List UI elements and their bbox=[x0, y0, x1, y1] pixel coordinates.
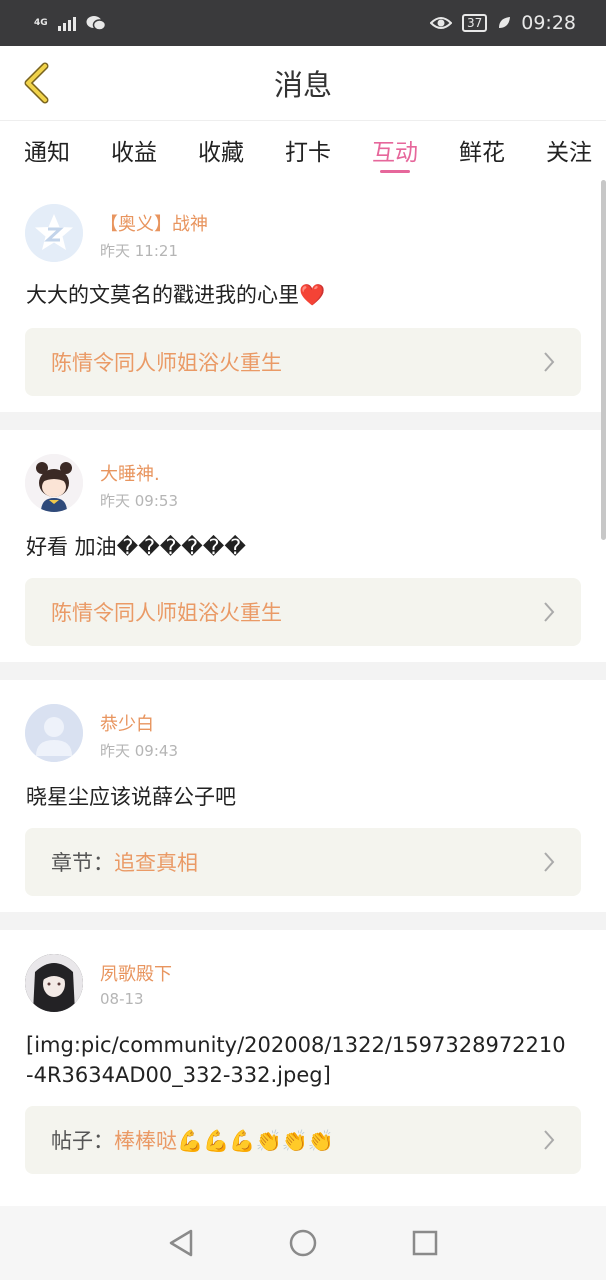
avatar[interactable] bbox=[25, 704, 83, 762]
illustrated-avatar-icon bbox=[25, 954, 83, 1012]
reference-link[interactable]: 陈情令同人师姐浴火重生 bbox=[25, 328, 581, 396]
tab-flowers[interactable]: 鲜花 bbox=[459, 121, 505, 179]
default-user-icon bbox=[25, 704, 83, 762]
status-left: 4G bbox=[34, 15, 106, 31]
comment-text: 晓星尘应该说薛公子吧 bbox=[26, 785, 236, 809]
back-button[interactable] bbox=[14, 58, 58, 108]
tab-favorites[interactable]: 收藏 bbox=[198, 121, 244, 179]
reference-link[interactable]: 章节： 追查真相 bbox=[25, 828, 581, 896]
battery-icon: 37 bbox=[461, 14, 488, 32]
leaf-icon bbox=[499, 17, 511, 28]
reference-link[interactable]: 陈情令同人师姐浴火重生 bbox=[25, 578, 581, 646]
eye-icon bbox=[429, 17, 452, 29]
signal-icon bbox=[57, 15, 76, 31]
back-triangle-icon[interactable] bbox=[167, 1228, 195, 1258]
message-time: 昨天 09:43 bbox=[100, 742, 178, 760]
reference-label: 帖子： bbox=[51, 1129, 114, 1153]
message-card: 大睡神. 昨天 09:53 好看 加油������ 陈情令同人师姐浴火重生 bbox=[0, 430, 606, 662]
comment-text: 大大的文莫名的戳进我的心里❤️ bbox=[26, 283, 326, 307]
message-card: 恭少白 昨天 09:43 晓星尘应该说薛公子吧 章节： 追查真相 bbox=[0, 680, 606, 912]
comment-text: 好看 加油������ bbox=[26, 535, 246, 559]
tab-earnings[interactable]: 收益 bbox=[111, 121, 157, 179]
message-card: 夙歌殿下 08-13 [img:pic/community/202008/132… bbox=[0, 930, 606, 1206]
recents-square-icon[interactable] bbox=[411, 1229, 439, 1257]
tab-checkin[interactable]: 打卡 bbox=[285, 121, 331, 179]
message-time: 昨天 09:53 bbox=[100, 492, 178, 510]
home-circle-icon[interactable] bbox=[288, 1228, 318, 1258]
reference-title: 棒棒哒💪💪💪👏👏👏 bbox=[114, 1129, 334, 1153]
comment-text-line1: [img:pic/community/202008/1322/159732897… bbox=[26, 1033, 566, 1057]
message-feed[interactable]: 【奥义】战神 昨天 11:21 大大的文莫名的戳进我的心里❤️ 陈情令同人师姐浴… bbox=[0, 178, 606, 1206]
reference-link[interactable]: 帖子： 棒棒哒💪💪💪👏👏👏 bbox=[25, 1106, 581, 1174]
author-name[interactable]: 夙歌殿下 bbox=[100, 960, 172, 986]
reference-title: 陈情令同人师姐浴火重生 bbox=[51, 601, 282, 625]
author-name[interactable]: 【奥义】战神 bbox=[100, 210, 208, 236]
category-tabs: 通知 收益 收藏 打卡 互动 鲜花 关注 bbox=[0, 120, 606, 178]
chevron-right-icon bbox=[544, 352, 555, 372]
avatar[interactable] bbox=[25, 954, 83, 1012]
anime-avatar-icon bbox=[25, 454, 83, 512]
wechat-icon bbox=[86, 16, 106, 31]
reference-title: 追查真相 bbox=[114, 851, 198, 875]
app-header: 消息 bbox=[0, 46, 606, 120]
battery-level: 37 bbox=[466, 16, 483, 30]
message-time: 昨天 11:21 bbox=[100, 242, 178, 260]
avatar[interactable] bbox=[25, 204, 83, 262]
chevron-right-icon bbox=[544, 852, 555, 872]
network-type: 4G bbox=[34, 17, 48, 28]
reference-label: 章节： bbox=[51, 851, 114, 875]
tab-interaction[interactable]: 互动 bbox=[372, 121, 418, 179]
message-card: 【奥义】战神 昨天 11:21 大大的文莫名的戳进我的心里❤️ 陈情令同人师姐浴… bbox=[0, 178, 606, 412]
avatar[interactable] bbox=[25, 454, 83, 512]
chevron-right-icon bbox=[544, 602, 555, 622]
status-right: 37 09:28 bbox=[429, 12, 576, 34]
author-name[interactable]: 大睡神. bbox=[100, 460, 160, 486]
system-nav-bar bbox=[0, 1206, 606, 1280]
tab-notifications[interactable]: 通知 bbox=[24, 121, 70, 179]
message-time: 08-13 bbox=[100, 990, 144, 1008]
status-bar: 4G 37 09:28 bbox=[0, 0, 606, 46]
page-title: 消息 bbox=[273, 68, 332, 102]
reference-title: 陈情令同人师姐浴火重生 bbox=[51, 351, 282, 375]
author-name[interactable]: 恭少白 bbox=[100, 710, 154, 736]
back-chevron-icon bbox=[24, 62, 49, 104]
clock: 09:28 bbox=[521, 12, 576, 34]
tab-follow[interactable]: 关注 bbox=[546, 121, 592, 179]
chevron-right-icon bbox=[544, 1130, 555, 1150]
comment-text-line2: -4R3634AD00_332-332.jpeg] bbox=[26, 1063, 331, 1087]
scrollbar[interactable] bbox=[601, 180, 606, 540]
default-avatar-icon bbox=[25, 204, 83, 262]
